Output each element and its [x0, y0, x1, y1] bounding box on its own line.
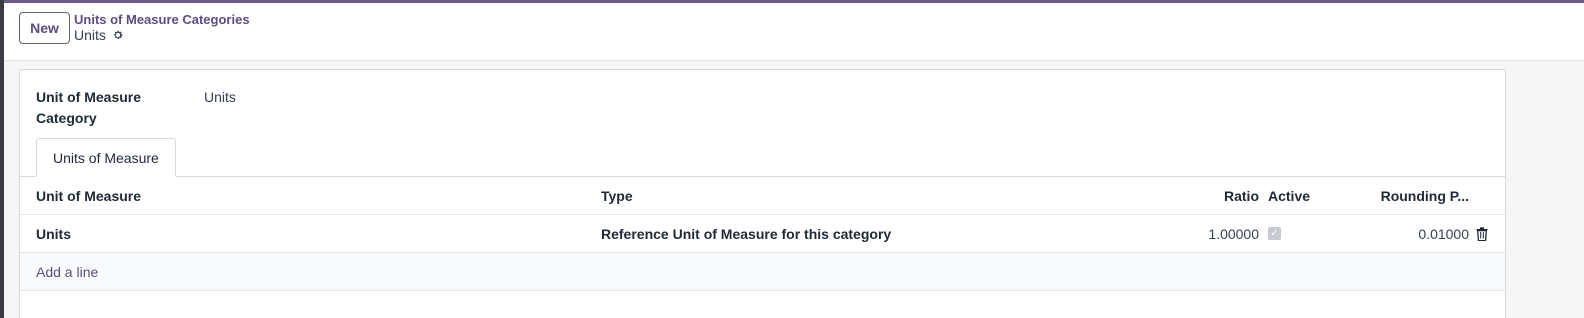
gear-icon[interactable]	[112, 29, 124, 41]
column-header-unit[interactable]: Unit of Measure	[36, 177, 141, 214]
control-panel: New Units of Measure Categories Units	[4, 3, 1584, 61]
column-header-rounding[interactable]: Rounding P...	[1381, 177, 1469, 214]
category-field-label: Unit of Measure Category	[36, 89, 142, 126]
cell-ratio[interactable]: 1.00000	[1208, 215, 1259, 252]
cell-unit[interactable]: Units	[36, 215, 71, 252]
cell-rounding[interactable]: 0.01000	[1418, 215, 1469, 252]
record-title: Units	[74, 27, 124, 43]
column-header-type[interactable]: Type	[601, 177, 633, 214]
table-header-row: Unit of Measure Type Ratio Active Roundi…	[20, 177, 1505, 215]
cell-active: ✓	[1268, 215, 1281, 252]
table-row[interactable]: Units Reference Unit of Measure for this…	[20, 215, 1505, 253]
notebook-tabs: Units of Measure	[20, 138, 1505, 177]
cell-delete	[1476, 215, 1488, 252]
new-button[interactable]: New	[19, 12, 70, 44]
category-field-value[interactable]: Units	[204, 89, 236, 105]
trash-icon[interactable]	[1476, 226, 1488, 241]
breadcrumb-link-uom-categories[interactable]: Units of Measure Categories	[74, 12, 250, 27]
active-checkbox[interactable]: ✓	[1268, 227, 1281, 240]
add-line-row: Add a line	[20, 253, 1505, 291]
add-line-link[interactable]: Add a line	[36, 253, 98, 290]
column-header-ratio[interactable]: Ratio	[1224, 177, 1259, 214]
column-header-active[interactable]: Active	[1268, 177, 1310, 214]
form-sheet: Unit of Measure Category Units Units of …	[19, 69, 1506, 318]
uom-table: Unit of Measure Type Ratio Active Roundi…	[20, 177, 1505, 291]
cell-type[interactable]: Reference Unit of Measure for this categ…	[601, 215, 891, 252]
record-title-text: Units	[74, 27, 106, 43]
tab-units-of-measure[interactable]: Units of Measure	[36, 138, 176, 177]
